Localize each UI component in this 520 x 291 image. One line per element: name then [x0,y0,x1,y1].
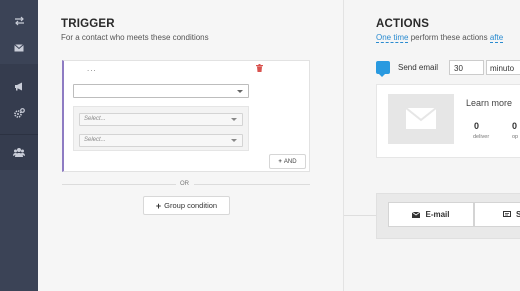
connector-line [344,215,376,216]
delivered-label: deliver [473,134,490,140]
opened-label: op [512,134,519,140]
sidebar-item-email[interactable] [0,35,38,61]
add-and-condition-button[interactable]: + AND [269,154,306,169]
sms-action-button[interactable]: S [474,202,520,227]
send-email-label: Send email [398,63,439,72]
speech-bubble-icon [376,61,390,77]
swap-arrows-icon [14,16,24,26]
delivered-count: 0 [474,121,480,131]
users-icon [13,148,25,157]
condition-drag-handle[interactable]: ... [87,64,97,73]
condition-field-select[interactable]: Select... [79,113,243,126]
sms-icon [503,211,511,217]
trigger-subtitle: For a contact who meets these conditions [61,33,209,42]
envelope-icon [14,44,24,52]
actions-subtitle-text: perform these actions [408,33,490,42]
plus-icon: + [155,200,162,211]
or-divider-left [62,184,176,185]
email-action-label: E-mail [425,210,450,219]
megaphone-icon [15,82,22,90]
or-divider-right [194,184,310,185]
email-thumbnail [388,94,454,144]
plus-icon: + [278,158,282,165]
cogs-icon [13,108,25,118]
chevron-down-icon [237,90,243,93]
sidebar [0,0,38,291]
condition-operator-select[interactable]: Select... [79,134,243,147]
select-placeholder: Select... [84,137,106,143]
group-condition-label: Group condition [164,201,218,210]
trash-icon[interactable] [256,64,263,72]
actions-title: ACTIONS [376,18,430,30]
chevron-down-icon [231,118,237,121]
timing-link[interactable]: afte [489,33,504,43]
or-label: OR [178,181,191,187]
opened-count: 0 [512,121,518,131]
add-group-condition-button[interactable]: + Group condition [143,196,230,215]
envelope-icon [412,211,421,218]
delay-value-input[interactable]: 30 [449,60,484,75]
delay-unit-select[interactable]: minuto [486,60,520,75]
sidebar-item-campaigns[interactable] [0,73,38,99]
actions-subtitle: One time perform these actions afte [376,33,504,43]
learn-more-link[interactable]: Learn more [466,98,512,108]
condition-type-select[interactable] [73,84,249,98]
trigger-title: TRIGGER [61,18,115,30]
sms-action-label: S [516,210,520,219]
select-placeholder: Select... [84,116,106,122]
and-label: AND [283,158,297,165]
email-action-button[interactable]: E-mail [388,202,474,227]
sidebar-item-automation[interactable] [0,8,38,34]
sidebar-item-settings[interactable] [0,100,38,126]
sidebar-item-contacts[interactable] [0,139,38,165]
chevron-down-icon [231,139,237,142]
frequency-link[interactable]: One time [376,33,409,43]
envelope-icon [405,107,437,129]
